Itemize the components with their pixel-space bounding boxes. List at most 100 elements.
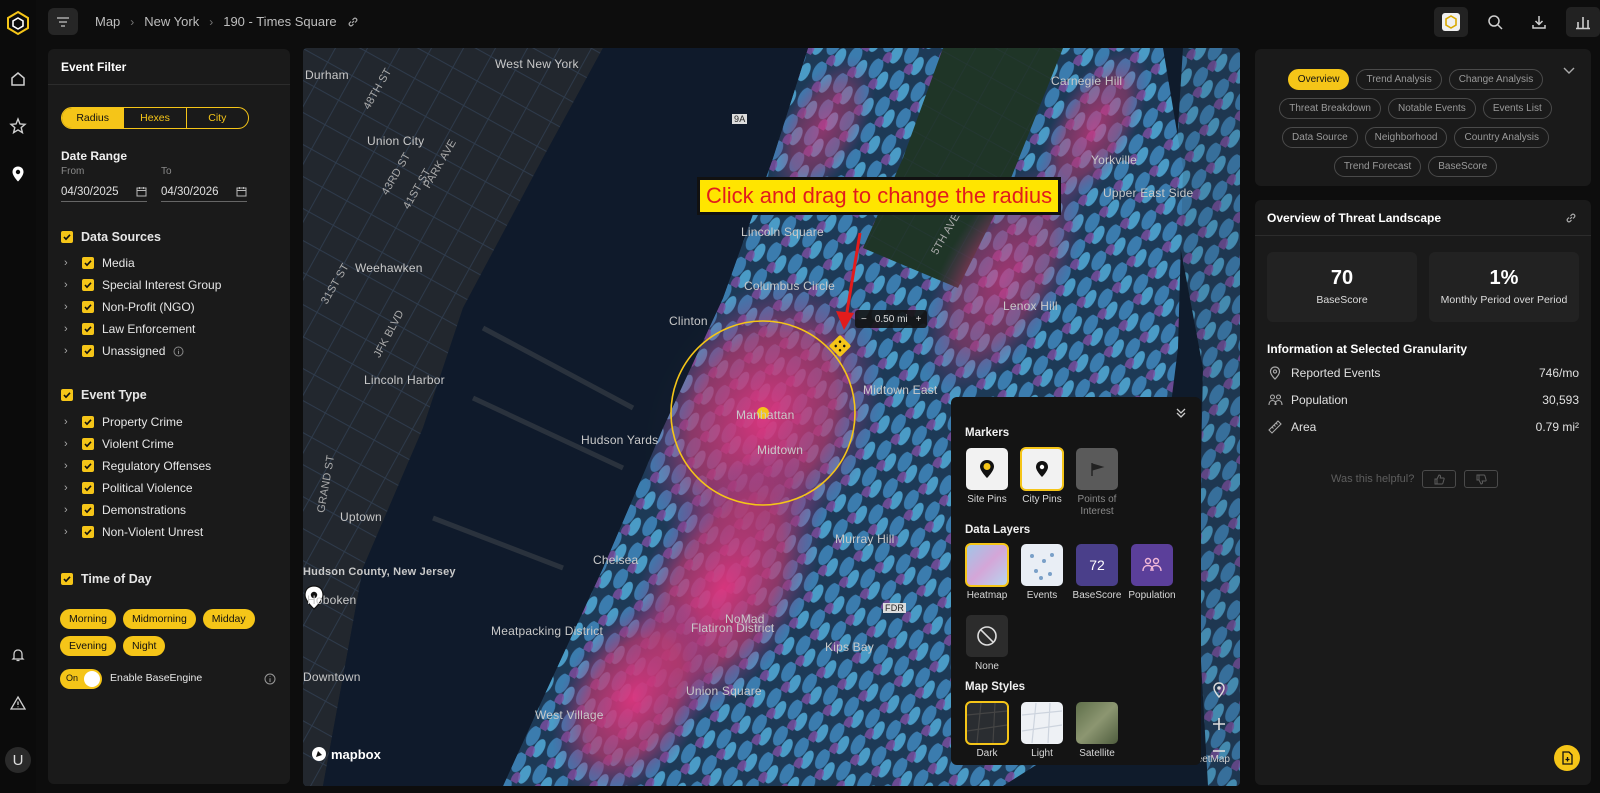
- chevron-right-icon[interactable]: ›: [64, 482, 74, 494]
- event-type-item[interactable]: › Regulatory Offenses: [64, 459, 211, 473]
- app-logo-icon[interactable]: [5, 10, 31, 36]
- zoom-in-button[interactable]: [1208, 713, 1230, 735]
- event-type-item[interactable]: › Violent Crime: [64, 437, 174, 451]
- thumbs-down-icon[interactable]: [1464, 470, 1499, 488]
- tile-points-of-interest[interactable]: Points of Interest: [1071, 448, 1123, 517]
- home-icon[interactable]: [6, 67, 30, 91]
- chevron-right-icon[interactable]: ›: [64, 438, 74, 450]
- checkbox-checked-icon[interactable]: [82, 301, 94, 313]
- radius-decrease-button[interactable]: −: [861, 314, 867, 325]
- calendar-icon[interactable]: [136, 186, 147, 197]
- chevron-right-icon[interactable]: ›: [64, 257, 74, 269]
- map-pin-nav-icon[interactable]: [6, 162, 30, 186]
- tile-site-pins[interactable]: Site Pins: [961, 448, 1013, 506]
- tile-city-pins[interactable]: City Pins: [1016, 447, 1068, 506]
- link-icon[interactable]: [347, 16, 359, 28]
- tile-events[interactable]: Events: [1016, 544, 1068, 602]
- export-report-button[interactable]: [1554, 745, 1580, 771]
- data-source-item[interactable]: › Non-Profit (NGO): [64, 300, 195, 314]
- chevron-right-icon[interactable]: ›: [64, 504, 74, 516]
- chevron-down-icon[interactable]: [1563, 67, 1575, 75]
- data-source-item[interactable]: › Media: [64, 256, 135, 270]
- date-to-field[interactable]: 04/30/2026: [161, 182, 247, 202]
- mode-hexes[interactable]: Hexes: [124, 108, 187, 128]
- event-type-item[interactable]: › Demonstrations: [64, 503, 186, 517]
- info-icon[interactable]: [173, 346, 184, 357]
- breadcrumb-city[interactable]: New York: [144, 14, 199, 29]
- time-pill-midday[interactable]: Midday: [202, 609, 255, 629]
- chevron-right-icon[interactable]: ›: [64, 301, 74, 313]
- chevron-right-icon[interactable]: ›: [64, 323, 74, 335]
- chevron-right-icon[interactable]: ›: [64, 460, 74, 472]
- tile-style-dark[interactable]: Dark: [961, 701, 1013, 760]
- tab-events-list[interactable]: Events List: [1482, 98, 1552, 119]
- alert-triangle-icon[interactable]: [6, 691, 30, 715]
- checkbox-checked-icon[interactable]: [82, 345, 94, 357]
- checkbox-checked-icon[interactable]: [61, 573, 73, 585]
- breadcrumb-map[interactable]: Map: [95, 14, 120, 29]
- event-type-toggle[interactable]: Event Type: [61, 388, 147, 402]
- time-pill-morning[interactable]: Morning: [60, 609, 116, 629]
- event-type-item[interactable]: › Property Crime: [64, 415, 183, 429]
- collapse-chevrons-icon[interactable]: [1175, 407, 1187, 419]
- notifications-bell-icon[interactable]: [6, 643, 30, 667]
- checkbox-checked-icon[interactable]: [82, 526, 94, 538]
- favorites-star-icon[interactable]: [6, 114, 30, 138]
- data-source-item[interactable]: › Law Enforcement: [64, 322, 195, 336]
- tile-style-satellite[interactable]: Satellite: [1071, 702, 1123, 760]
- tab-data-source[interactable]: Data Source: [1282, 127, 1358, 148]
- tab-country-analysis[interactable]: Country Analysis: [1454, 127, 1549, 148]
- mode-radius[interactable]: Radius: [62, 108, 125, 128]
- data-sources-toggle[interactable]: Data Sources: [61, 230, 161, 244]
- checkbox-checked-icon[interactable]: [82, 279, 94, 291]
- chevron-right-icon[interactable]: ›: [64, 526, 74, 538]
- checkbox-checked-icon[interactable]: [61, 389, 73, 401]
- info-icon[interactable]: [264, 673, 276, 685]
- search-icon[interactable]: [1478, 7, 1512, 37]
- event-type-item[interactable]: › Non-Violent Unrest: [64, 525, 203, 539]
- tile-style-light[interactable]: Light: [1016, 702, 1068, 760]
- download-icon[interactable]: [1522, 7, 1556, 37]
- tab-overview[interactable]: Overview: [1287, 69, 1350, 90]
- tile-population[interactable]: Population: [1126, 544, 1178, 602]
- checkbox-checked-icon[interactable]: [82, 416, 94, 428]
- tile-heatmap[interactable]: Heatmap: [961, 543, 1013, 602]
- data-source-item[interactable]: › Unassigned: [64, 344, 184, 358]
- link-icon[interactable]: [1565, 212, 1577, 224]
- tab-threat-breakdown[interactable]: Threat Breakdown: [1279, 98, 1381, 119]
- user-avatar[interactable]: U: [5, 747, 31, 773]
- time-pill-evening[interactable]: Evening: [60, 636, 116, 656]
- baseengine-toggle[interactable]: On: [60, 669, 102, 689]
- chevron-right-icon[interactable]: ›: [64, 416, 74, 428]
- calendar-icon[interactable]: [236, 186, 247, 197]
- time-pill-midmorning[interactable]: Midmorning: [122, 609, 196, 629]
- chevron-right-icon[interactable]: ›: [64, 345, 74, 357]
- event-type-item[interactable]: › Political Violence: [64, 481, 193, 495]
- locate-pin-icon[interactable]: [1208, 679, 1230, 701]
- tile-basescore[interactable]: 72 BaseScore: [1071, 544, 1123, 602]
- filter-menu-button[interactable]: [48, 8, 78, 35]
- tile-none[interactable]: None: [961, 615, 1013, 673]
- thumbs-up-icon[interactable]: [1422, 470, 1457, 488]
- tab-notable-events[interactable]: Notable Events: [1387, 98, 1476, 119]
- checkbox-checked-icon[interactable]: [82, 504, 94, 516]
- analytics-chart-icon[interactable]: [1566, 7, 1600, 37]
- checkbox-checked-icon[interactable]: [82, 460, 94, 472]
- data-source-item[interactable]: › Special Interest Group: [64, 278, 221, 292]
- radius-increase-button[interactable]: +: [916, 314, 922, 325]
- mode-city[interactable]: City: [187, 108, 248, 128]
- time-of-day-toggle[interactable]: Time of Day: [61, 572, 152, 586]
- checkbox-checked-icon[interactable]: [82, 257, 94, 269]
- time-pill-night[interactable]: Night: [122, 636, 166, 656]
- site-map-button[interactable]: [1434, 7, 1468, 37]
- date-from-field[interactable]: 04/30/2025: [61, 182, 147, 202]
- tab-basescore[interactable]: BaseScore: [1428, 156, 1498, 177]
- zoom-out-button[interactable]: [1208, 740, 1230, 762]
- tab-neighborhood[interactable]: Neighborhood: [1364, 127, 1448, 148]
- tab-change-analysis[interactable]: Change Analysis: [1448, 69, 1544, 90]
- tab-trend-analysis[interactable]: Trend Analysis: [1356, 69, 1442, 90]
- checkbox-checked-icon[interactable]: [82, 482, 94, 494]
- checkbox-checked-icon[interactable]: [82, 323, 94, 335]
- tab-trend-forecast[interactable]: Trend Forecast: [1333, 156, 1422, 177]
- checkbox-checked-icon[interactable]: [82, 438, 94, 450]
